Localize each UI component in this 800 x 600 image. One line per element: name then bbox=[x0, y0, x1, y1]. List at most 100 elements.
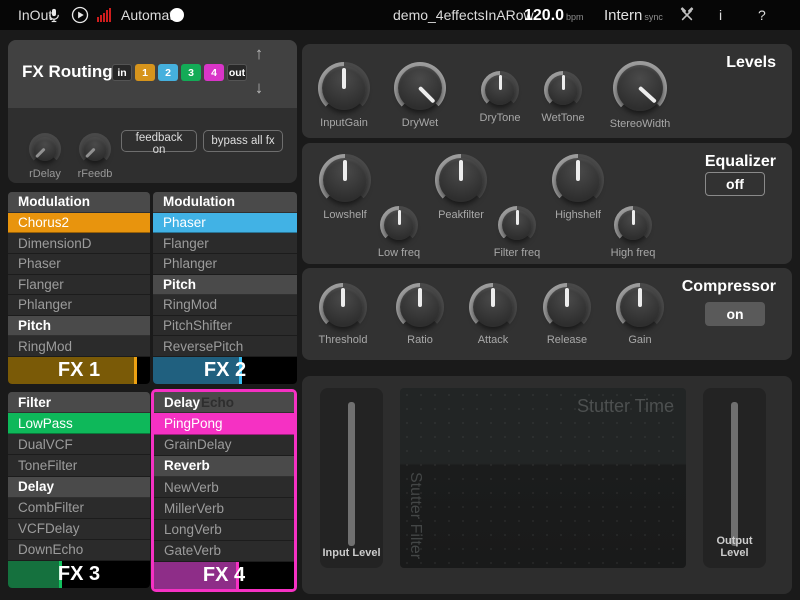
knob-wettone[interactable] bbox=[544, 71, 582, 109]
knob-filter-freq[interactable] bbox=[498, 206, 536, 244]
feedback-toggle-button[interactable]: feedback on bbox=[121, 130, 197, 156]
routing-slot-4[interactable]: 4 bbox=[204, 64, 224, 81]
knob-pointer bbox=[342, 67, 346, 89]
fx-option-label: DualVCF bbox=[18, 436, 73, 452]
fx-routing-header: FX Routing in 1 2 3 4 out ↑ ↓ bbox=[8, 40, 297, 108]
fx-option-label: Delay bbox=[164, 394, 201, 410]
knob-release[interactable] bbox=[543, 283, 591, 331]
knob-high-freq[interactable] bbox=[614, 206, 652, 244]
fx-option[interactable]: GrainDelay bbox=[154, 435, 294, 456]
help-button[interactable]: ? bbox=[758, 0, 766, 30]
input-level-panel: Input Level bbox=[320, 388, 383, 568]
knob-lowshelf[interactable] bbox=[319, 154, 371, 206]
fx-option-selected[interactable]: LowPass bbox=[8, 413, 150, 435]
compressor-toggle[interactable]: on bbox=[705, 302, 765, 326]
knob-stereowidth[interactable] bbox=[613, 61, 667, 115]
fx-option[interactable]: LongVerb bbox=[154, 520, 294, 541]
app-window: InOut Automate demo_4effectsInARow 120.0… bbox=[0, 0, 800, 600]
knob-drytone[interactable] bbox=[481, 71, 519, 109]
fx-slot-bar-3[interactable]: FX 3 bbox=[8, 561, 150, 588]
fx-option-selected[interactable]: Phaser bbox=[153, 212, 297, 234]
fx-option[interactable]: DownEcho bbox=[8, 540, 150, 561]
fx-option[interactable]: ReversePitch bbox=[153, 336, 297, 357]
fx-option[interactable]: NewVerb bbox=[154, 477, 294, 499]
knob-drywet[interactable] bbox=[394, 62, 446, 114]
play-icon[interactable] bbox=[71, 0, 89, 30]
fx-slot-bar-1[interactable]: FX 1 bbox=[8, 357, 150, 384]
fx-category-header: Reverb bbox=[154, 455, 294, 477]
fx-option[interactable]: Phlanger bbox=[8, 295, 150, 316]
equalizer-title: Equalizer bbox=[704, 153, 776, 170]
tools-icon[interactable] bbox=[679, 0, 695, 30]
bypass-all-fx-button[interactable]: bypass all fx bbox=[203, 130, 283, 152]
fx-option-label: Flanger bbox=[163, 235, 209, 251]
fx-option[interactable]: Flanger bbox=[8, 275, 150, 296]
knob-threshold[interactable] bbox=[319, 283, 367, 331]
level-meter-icon[interactable] bbox=[97, 0, 111, 30]
fx-option[interactable]: GateVerb bbox=[154, 541, 294, 562]
knob-peakfilter[interactable] bbox=[435, 154, 487, 206]
tempo-value: 120.0 bbox=[524, 7, 565, 24]
fx-option-selected[interactable]: PingPong bbox=[154, 413, 294, 435]
output-level-panel: Output Level bbox=[703, 388, 766, 568]
fx-option-label: Flanger bbox=[18, 276, 64, 292]
knob-label: Attack bbox=[477, 334, 509, 346]
fx-option[interactable]: VCFDelay bbox=[8, 519, 150, 540]
routing-slot-2[interactable]: 2 bbox=[158, 64, 178, 81]
fx-slot-bar-4[interactable]: FX 4 bbox=[154, 562, 294, 589]
fx-option-label: Reverb bbox=[164, 458, 210, 474]
sync-control[interactable]: Intern sync bbox=[604, 0, 663, 30]
fx-slot-bar-2[interactable]: FX 2 bbox=[153, 357, 297, 384]
compressor-section: Compressor on Threshold Ratio Attack Releas… bbox=[302, 268, 792, 360]
fx-option[interactable]: DimensionD bbox=[8, 233, 150, 254]
knob-low-freq[interactable] bbox=[380, 206, 418, 244]
fx-option-label: Pitch bbox=[163, 276, 197, 292]
knob-pointer bbox=[341, 288, 345, 308]
knob-rfeedb[interactable] bbox=[79, 133, 111, 165]
knob-pointer bbox=[343, 159, 347, 181]
knob-pointer bbox=[459, 159, 463, 181]
equalizer-toggle[interactable]: off bbox=[705, 172, 765, 196]
stutter-xy-pad[interactable]: Stutter Time Stutter Filter bbox=[400, 388, 686, 568]
knob-attack[interactable] bbox=[469, 283, 517, 331]
knob-gain[interactable] bbox=[616, 283, 664, 331]
knob-pointer bbox=[561, 75, 565, 91]
output-level-slider[interactable] bbox=[731, 402, 738, 546]
record-icon[interactable] bbox=[170, 0, 184, 30]
tempo-control[interactable]: 120.0 bpm bbox=[524, 0, 584, 30]
arrow-up-icon[interactable]: ↑ bbox=[248, 44, 270, 64]
fx-option[interactable]: Phlanger bbox=[153, 254, 297, 275]
fx-option[interactable]: Phaser bbox=[8, 254, 150, 275]
fx-option[interactable]: DualVCF bbox=[8, 434, 150, 456]
knob-group: WetTone bbox=[525, 71, 601, 124]
fx-option[interactable]: ToneFilter bbox=[8, 455, 150, 477]
fx-option-label: NewVerb bbox=[164, 479, 219, 495]
knob-pointer bbox=[638, 86, 657, 104]
routing-slot-1[interactable]: 1 bbox=[135, 64, 155, 81]
routing-slot-3[interactable]: 3 bbox=[181, 64, 201, 81]
fx-option[interactable]: RingMod bbox=[8, 336, 150, 357]
fx-option[interactable]: PitchShifter bbox=[153, 316, 297, 337]
routing-in-node[interactable]: in bbox=[112, 64, 132, 81]
knob-pointer bbox=[85, 147, 97, 159]
fx-option[interactable]: MillerVerb bbox=[154, 498, 294, 520]
fx-option-label: LongVerb bbox=[164, 522, 222, 538]
fx-option[interactable]: RingMod bbox=[153, 295, 297, 316]
fx-list-1: Modulation Chorus2 DimensionD Phaser Flanger… bbox=[8, 192, 150, 384]
levels-section: Levels InputGain DryWet DryTone WetTone Ster… bbox=[302, 44, 792, 138]
fx-option[interactable]: CombFilter bbox=[8, 498, 150, 519]
knob-highshelf[interactable] bbox=[552, 154, 604, 206]
knob-ratio[interactable] bbox=[396, 283, 444, 331]
preset-name[interactable]: demo_4effectsInARow bbox=[393, 0, 534, 30]
knob-pointer bbox=[35, 147, 47, 159]
equalizer-section: Equalizer off Lowshelf Low freq Peakfilter… bbox=[302, 143, 792, 264]
arrow-down-icon[interactable]: ↓ bbox=[248, 78, 270, 98]
input-level-slider[interactable] bbox=[348, 402, 355, 546]
fx-option-selected[interactable]: Chorus2 bbox=[8, 212, 150, 234]
routing-out-node[interactable]: out bbox=[227, 64, 247, 81]
info-button[interactable]: i bbox=[719, 0, 722, 30]
knob-inputgain[interactable] bbox=[318, 62, 370, 114]
fx-option-label: GateVerb bbox=[164, 543, 222, 559]
mic-icon[interactable] bbox=[46, 0, 62, 30]
fx-option[interactable]: Flanger bbox=[153, 233, 297, 254]
